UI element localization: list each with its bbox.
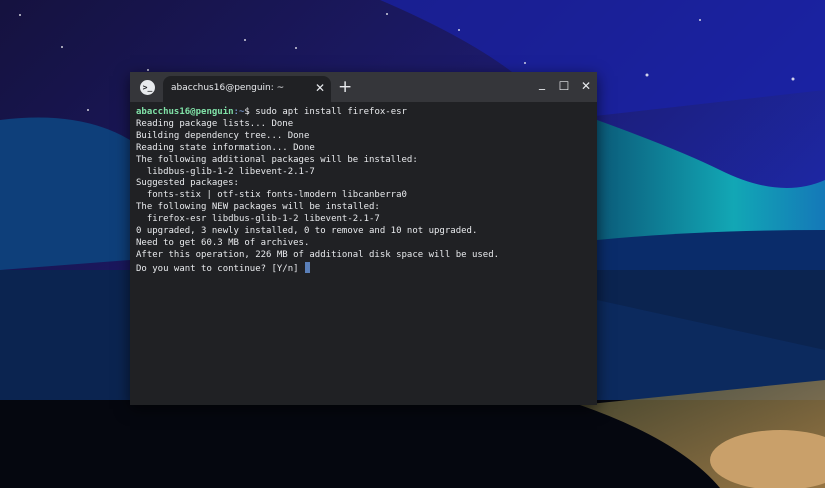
output-text: Building dependency tree... Done — [136, 130, 310, 141]
output-text: Need to get 60.3 MB of archives. — [136, 237, 310, 248]
maximize-button[interactable]: ☐ — [556, 78, 572, 94]
close-window-button[interactable]: ✕ — [578, 78, 594, 94]
output-line: The following NEW packages will be insta… — [136, 202, 499, 214]
output-text: After this operation, 226 MB of addition… — [136, 249, 500, 260]
output-line: Building dependency tree... Done — [136, 131, 499, 143]
output-text: fonts-stix | otf-stix fonts-lmodern libc… — [136, 190, 407, 201]
output-line: Suggested packages: — [136, 178, 499, 190]
close-tab-icon[interactable]: ✕ — [315, 81, 325, 95]
minimize-button[interactable]: _ — [534, 75, 550, 91]
output-line: After this operation, 226 MB of addition… — [136, 250, 499, 262]
output-text: libdbus-glib-1-2 libevent-2.1-7 — [136, 166, 315, 177]
terminal-icon[interactable]: >_ — [140, 80, 155, 95]
prompt-path: :~ — [233, 107, 245, 117]
output-line: Reading package lists... Done — [136, 119, 499, 131]
output-line: The following additional packages will b… — [136, 155, 499, 167]
tab-bar: >_ abacchus16@penguin: ~ ✕ + _ ☐ ✕ — [130, 72, 597, 102]
new-tab-button[interactable]: + — [338, 78, 352, 96]
output-line: firefox-esr libdbus-glib-1-2 libevent-2.… — [136, 214, 499, 226]
output-text: The following additional packages will b… — [136, 154, 418, 165]
output-line: 0 upgraded, 3 newly installed, 0 to remo… — [136, 226, 499, 238]
output-line: fonts-stix | otf-stix fonts-lmodern libc… — [136, 190, 499, 202]
output-text: Do you want to continue? [Y/n] — [136, 263, 304, 274]
output-text: Reading state information... Done — [136, 142, 315, 153]
output-line: Do you want to continue? [Y/n] — [136, 261, 499, 276]
prompt-user: abacchus16@penguin — [136, 107, 234, 117]
output-text: Suggested packages: — [136, 178, 239, 189]
output-text: firefox-esr libdbus-glib-1-2 libevent-2.… — [136, 214, 380, 225]
command-text: sudo apt install firefox-esr — [255, 107, 407, 117]
terminal-window: >_ abacchus16@penguin: ~ ✕ + _ ☐ ✕ abacc… — [130, 72, 597, 405]
output-line: Reading state information... Done — [136, 143, 499, 155]
output-text: The following NEW packages will be insta… — [136, 202, 380, 213]
output-text: 0 upgraded, 3 newly installed, 0 to remo… — [136, 226, 478, 237]
tab-title: abacchus16@penguin: ~ — [171, 83, 285, 93]
terminal-output[interactable]: abacchus16@penguin:~$ sudo apt install f… — [136, 107, 499, 276]
output-line: libdbus-glib-1-2 libevent-2.1-7 — [136, 167, 499, 179]
output-text: Reading package lists... Done — [136, 118, 294, 129]
output-line: Need to get 60.3 MB of archives. — [136, 238, 499, 250]
cursor — [304, 261, 310, 273]
tab-terminal[interactable]: abacchus16@penguin: ~ ✕ — [163, 76, 331, 102]
command-line: abacchus16@penguin:~$ sudo apt install f… — [136, 107, 499, 119]
prompt-symbol: $ — [244, 107, 256, 117]
